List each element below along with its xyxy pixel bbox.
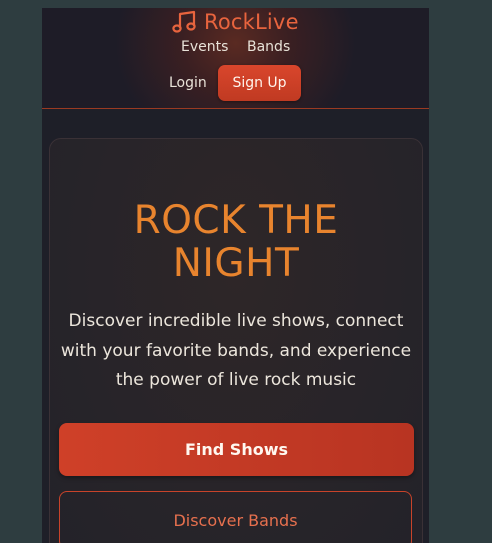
brand-name: RockLive xyxy=(204,10,299,34)
login-link[interactable]: Login xyxy=(169,75,207,91)
app-frame: RockLive Events Bands Login Sign Up ROCK… xyxy=(42,8,429,543)
hero-subtitle: Discover incredible live shows, connect … xyxy=(60,311,412,390)
brand-logo[interactable]: RockLive xyxy=(172,10,299,34)
find-shows-button[interactable]: Find Shows xyxy=(59,423,414,476)
hero-card: ROCK THE NIGHT Discover incredible live … xyxy=(49,138,423,543)
hero-title-line-1: ROCK THE xyxy=(133,198,339,243)
signup-button[interactable]: Sign Up xyxy=(218,65,301,101)
hero-title-line-2: NIGHT xyxy=(172,241,300,286)
discover-bands-button[interactable]: Discover Bands xyxy=(59,491,412,543)
nav-bands-link[interactable]: Bands xyxy=(247,39,290,55)
site-header: RockLive Events Bands Login Sign Up xyxy=(42,8,429,109)
hero-title: ROCK THE NIGHT xyxy=(50,199,422,285)
nav-events-link[interactable]: Events xyxy=(181,39,228,55)
music-note-icon xyxy=(172,10,198,34)
